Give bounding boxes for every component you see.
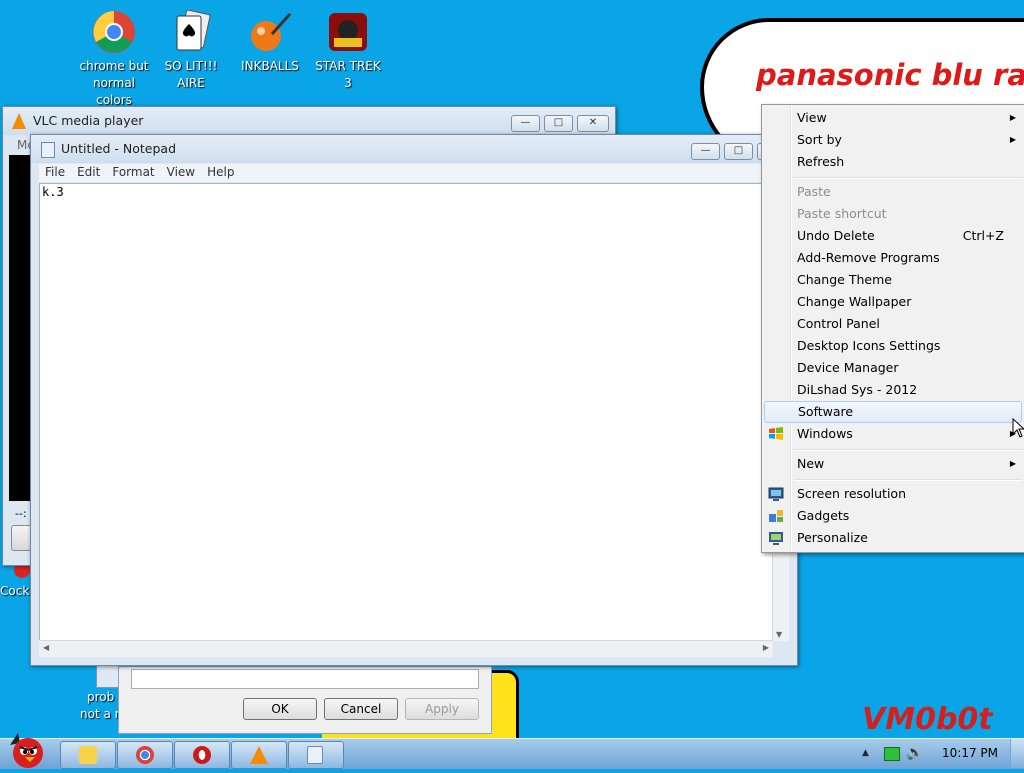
desktop-icon-star-trek[interactable]: STAR TREK 3 (310, 10, 386, 92)
menu-item-view[interactable]: View ▶ (764, 107, 1022, 129)
cancel-button[interactable]: Cancel (324, 698, 398, 720)
menu-help[interactable]: Help (201, 164, 240, 180)
menu-item-dilshad-sys[interactable]: DiLshad Sys - 2012 (764, 379, 1022, 401)
menu-item-device-manager[interactable]: Device Manager (764, 357, 1022, 379)
show-desktop-button[interactable] (1010, 739, 1024, 768)
inkball-icon (248, 10, 292, 54)
menu-separator (794, 177, 1022, 179)
menu-separator (794, 449, 1022, 451)
chrome-icon (92, 10, 136, 54)
taskbar: ▲ 🔊 10:17 PM (0, 733, 1024, 769)
vlc-title: VLC media player (33, 113, 144, 128)
menu-item-desktop-icons-settings[interactable]: Desktop Icons Settings (764, 335, 1022, 357)
menu-item-windows[interactable]: Windows▶ (764, 423, 1022, 445)
desktop-icon-label: chrome but normal colors (79, 59, 149, 107)
gadgets-icon (768, 508, 784, 524)
desktop-icon-inkballs[interactable]: INKBALLS (232, 10, 308, 75)
menu-item-change-theme[interactable]: Change Theme (764, 269, 1022, 291)
angry-bird-start-icon (10, 733, 43, 768)
notepad-icon (307, 746, 323, 764)
desktop-icon-label: SO LIT!!! AIRE (164, 59, 218, 90)
menu-item-control-panel[interactable]: Control Panel (764, 313, 1022, 335)
menu-item-sort-by[interactable]: Sort by ▶ (764, 129, 1022, 151)
taskbar-opera-button[interactable] (174, 741, 230, 769)
mouse-cursor-icon (1012, 417, 1024, 442)
menu-format[interactable]: Format (106, 164, 160, 180)
submenu-arrow-icon: ▶ (1009, 113, 1016, 122)
maximize-button[interactable]: □ (724, 143, 753, 160)
opera-icon (193, 746, 211, 764)
horizontal-scrollbar[interactable]: ◀ ▶ (39, 640, 773, 657)
scroll-left-arrow[interactable]: ◀ (43, 643, 49, 652)
desktop-icon-label-partial: prob (87, 690, 115, 704)
solitaire-icon (169, 9, 213, 54)
notepad-titlebar[interactable]: Untitled - Notepad — □ ✕ (31, 135, 797, 163)
taskbar-vlc-button[interactable] (231, 741, 287, 769)
properties-dialog: OK Cancel Apply (118, 666, 492, 734)
desktop-icon-label: INKBALLS (241, 59, 299, 73)
menu-separator (794, 479, 1022, 481)
start-button[interactable] (4, 731, 50, 769)
monitor-icon (768, 486, 784, 502)
apply-button[interactable]: Apply (405, 698, 479, 720)
close-button[interactable]: ✕ (577, 115, 609, 132)
vlc-icon (250, 746, 268, 764)
notepad-window[interactable]: Untitled - Notepad — □ ✕ FileEditFormatV… (30, 134, 798, 666)
menu-item-refresh[interactable]: Refresh (764, 151, 1022, 173)
menu-item-add-remove-programs[interactable]: Add-Remove Programs (764, 247, 1022, 269)
menu-item-paste[interactable]: Paste (764, 181, 1022, 203)
explorer-icon (79, 746, 97, 764)
shortcut-label: Ctrl+Z (962, 228, 1004, 243)
desktop-icon-label-partial: not a r (80, 707, 118, 721)
maximize-button[interactable]: □ (544, 115, 573, 132)
menu-item-change-wallpaper[interactable]: Change Wallpaper (764, 291, 1022, 313)
notepad-icon (41, 142, 55, 158)
submenu-arrow-icon: ▶ (1009, 459, 1016, 468)
star-wars-game-icon (326, 10, 370, 54)
desktop-icon-label: STAR TREK 3 (315, 59, 381, 90)
taskbar-explorer-button[interactable] (60, 741, 116, 769)
menu-file[interactable]: File (39, 164, 71, 180)
desktop-icon-label-partial: Cock (0, 584, 30, 598)
notepad-text-area[interactable]: k.3 (39, 183, 773, 641)
personalize-icon (768, 530, 784, 546)
submenu-arrow-icon: ▶ (1009, 135, 1016, 144)
desktop-context-menu: View ▶ Sort by ▶ Refresh Paste Paste short… (761, 104, 1024, 553)
desktop-icon-chrome[interactable]: chrome but normal colors (76, 10, 152, 109)
wallpaper-cloud-text: panasonic blu ray (756, 58, 1024, 92)
menu-view[interactable]: View (161, 164, 201, 180)
ok-button[interactable]: OK (243, 698, 317, 720)
scroll-right-arrow[interactable]: ▶ (763, 643, 769, 652)
taskbar-chrome-button[interactable] (117, 741, 173, 769)
minimize-button[interactable]: — (691, 143, 720, 160)
menu-item-software[interactable]: Software (764, 401, 1022, 423)
tray-show-hidden-icon[interactable]: ▲ (862, 748, 869, 758)
vlc-titlebar[interactable]: VLC media player — □ ✕ (3, 107, 615, 135)
wallpaper-watermark: VM0b0t (862, 702, 993, 737)
chrome-icon (136, 746, 154, 764)
scroll-down-arrow[interactable]: ▼ (776, 630, 782, 639)
taskbar-clock[interactable]: 10:17 PM (942, 746, 998, 760)
menu-item-new[interactable]: New ▶ (764, 453, 1022, 475)
windows-logo-icon (768, 426, 784, 442)
vlc-time-display: --: (15, 507, 27, 520)
menu-item-personalize[interactable]: Personalize (764, 527, 1022, 549)
menu-edit[interactable]: Edit (71, 164, 106, 180)
vlc-cone-icon (12, 113, 26, 129)
desktop-icon-solitaire[interactable]: SO LIT!!! AIRE (153, 9, 229, 92)
dialog-field (131, 669, 479, 689)
notepad-menubar: File Edit Format View Help (39, 164, 789, 182)
notepad-title: Untitled - Notepad (61, 141, 177, 156)
menu-item-undo-delete[interactable]: Undo Delete Ctrl+Z (764, 225, 1022, 247)
desktop-icon-partial (96, 664, 120, 688)
menu-item-screen-resolution[interactable]: Screen resolution (764, 483, 1022, 505)
menu-item-paste-shortcut[interactable]: Paste shortcut (764, 203, 1022, 225)
tray-network-icon[interactable] (884, 747, 900, 761)
minimize-button[interactable]: — (511, 115, 540, 132)
menu-item-gadgets[interactable]: Gadgets (764, 505, 1022, 527)
tray-volume-icon[interactable]: 🔊 (906, 745, 923, 761)
taskbar-notepad-button[interactable] (288, 741, 344, 769)
